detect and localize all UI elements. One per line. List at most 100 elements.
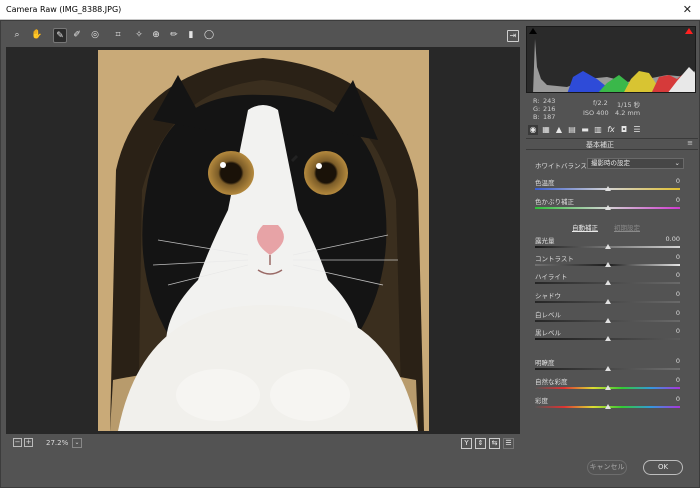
aperture-icon[interactable]: ◉ [528, 125, 538, 135]
exposure-label: 露光量 [535, 237, 555, 245]
highlights-thumb[interactable] [604, 280, 611, 285]
exposure-thumb[interactable] [604, 244, 611, 249]
saturation-thumb[interactable] [604, 404, 611, 409]
magnifier-icon[interactable]: ⌕ [10, 28, 24, 43]
panel-menu-icon[interactable]: ≡ [687, 139, 693, 147]
panel-header: 基本補正 ≡ [526, 138, 698, 150]
ok-button[interactable]: OK [643, 460, 683, 475]
highlights-slider[interactable]: ハイライト 0 [535, 271, 680, 289]
saturation-label: 彩度 [535, 397, 548, 405]
clarity-thumb[interactable] [604, 366, 611, 371]
temperature-thumb[interactable] [604, 186, 611, 191]
whites-slider[interactable]: 白レベル 0 [535, 309, 680, 327]
tint-thumb[interactable] [604, 205, 611, 210]
clarity-label: 明瞭度 [535, 359, 555, 367]
spot-removal-icon[interactable]: ✧ [132, 28, 146, 43]
saturation-value[interactable]: 0 [650, 395, 680, 403]
presets-icon[interactable]: ☰ [632, 125, 642, 135]
cat-photo [98, 50, 429, 431]
crop-icon[interactable]: ⌗ [111, 28, 125, 43]
color-sampler-icon[interactable]: ✐ [70, 28, 84, 43]
white-balance-label: ホワイトバランス： [535, 162, 594, 170]
tint-label: 色かぶり補正 [535, 198, 574, 206]
zoom-level: 27.2% [46, 439, 69, 447]
r-label: R: [533, 97, 540, 105]
window-titlebar: Camera Raw (IMG_8388.JPG) ✕ [0, 0, 700, 20]
b-label: B: [533, 113, 540, 121]
red-eye-icon[interactable]: ⊕ [149, 28, 163, 43]
view-y-button[interactable]: Y [461, 438, 472, 449]
target-icon[interactable]: ◎ [88, 28, 102, 43]
export-icon[interactable]: ⇥ [507, 30, 519, 42]
graduated-filter-icon[interactable]: ▮ [184, 28, 198, 43]
cancel-button[interactable]: キャンセル [587, 460, 627, 475]
contrast-value[interactable]: 0 [650, 253, 680, 261]
swap-button[interactable]: ⇆ [489, 438, 500, 449]
before-after-button[interactable]: ⇕ [475, 438, 486, 449]
contrast-thumb[interactable] [604, 262, 611, 267]
histogram [526, 26, 696, 93]
toolbar: ⌕ ✋ ✎ ✐ ◎ ⌗ ✧ ⊕ ✏ ▮ ◯ [6, 26, 520, 46]
zoom-in-button[interactable]: + [24, 438, 33, 447]
shadows-slider[interactable]: シャドウ 0 [535, 290, 680, 308]
blacks-thumb[interactable] [604, 336, 611, 341]
white-balance-select[interactable]: 撮影時の設定 ⌄ [587, 158, 684, 169]
lens-icon[interactable]: ▥ [593, 125, 603, 135]
highlights-value[interactable]: 0 [650, 271, 680, 279]
g-value: 216 [543, 105, 556, 113]
saturation-slider[interactable]: 彩度 0 [535, 395, 680, 413]
auto-default-links: 自動補正 初期設定 [570, 222, 680, 232]
fx-icon[interactable]: fx [606, 125, 616, 135]
temperature-value[interactable]: 0 [650, 177, 680, 185]
vibrance-value[interactable]: 0 [650, 376, 680, 384]
preview-image[interactable] [98, 50, 429, 431]
temperature-label: 色温度 [535, 179, 555, 187]
camera-icon[interactable]: ◘ [619, 125, 629, 135]
default-link[interactable]: 初期設定 [614, 222, 640, 232]
whites-thumb[interactable] [604, 318, 611, 323]
pixel-readout: R: 243 G: 216 B: 187 f/2.2 1/15 秒 ISO 40… [533, 97, 693, 121]
tint-slider[interactable]: 色かぶり補正 0 [535, 196, 680, 214]
blacks-slider[interactable]: 黒レベル 0 [535, 327, 680, 345]
zoom-out-button[interactable]: − [13, 438, 22, 447]
aperture: f/2.2 [593, 99, 608, 107]
vibrance-thumb[interactable] [604, 385, 611, 390]
brush-icon[interactable]: ✏ [167, 28, 181, 43]
shadows-label: シャドウ [535, 292, 561, 300]
window-title: Camera Raw (IMG_8388.JPG) [6, 5, 122, 14]
vibrance-slider[interactable]: 自然な彩度 0 [535, 376, 680, 394]
chevron-down-icon: ⌄ [674, 159, 680, 167]
zoom-dropdown[interactable]: ⌄ [72, 438, 82, 448]
shutter-speed: 1/15 秒 [617, 101, 641, 109]
contrast-slider[interactable]: コントラスト 0 [535, 253, 680, 271]
detail-icon[interactable]: ▲ [554, 125, 564, 135]
tint-value[interactable]: 0 [650, 196, 680, 204]
focal-length: 4.2 mm [615, 109, 641, 117]
view-settings-button[interactable]: ☰ [503, 438, 514, 449]
auto-link[interactable]: 自動補正 [572, 222, 598, 232]
temperature-slider[interactable]: 色温度 0 [535, 177, 680, 195]
highlights-label: ハイライト [535, 273, 568, 281]
eyedropper-icon[interactable]: ✎ [53, 28, 67, 43]
shadow-clipping-icon[interactable] [529, 28, 537, 34]
close-icon[interactable]: ✕ [683, 3, 692, 16]
contrast-label: コントラスト [535, 255, 574, 263]
exposure-slider[interactable]: 露光量 0.00 [535, 235, 680, 253]
shadows-value[interactable]: 0 [650, 290, 680, 298]
clarity-slider[interactable]: 明瞭度 0 [535, 357, 680, 375]
whites-label: 白レベル [535, 311, 561, 319]
blacks-value[interactable]: 0 [650, 327, 680, 335]
split-toning-icon[interactable]: ▬ [580, 125, 590, 135]
exposure-value[interactable]: 0.00 [650, 235, 680, 243]
iso: ISO 400 [583, 109, 609, 117]
shadows-thumb[interactable] [604, 299, 611, 304]
highlight-clipping-icon[interactable] [685, 28, 693, 34]
status-bar: − + 27.2% ⌄ Y ⇕ ⇆ ☰ [6, 436, 520, 452]
radial-filter-icon[interactable]: ◯ [202, 28, 216, 43]
tone-curve-icon[interactable]: ▦ [541, 125, 551, 135]
hand-icon[interactable]: ✋ [30, 28, 44, 43]
whites-value[interactable]: 0 [650, 309, 680, 317]
hsl-icon[interactable]: ▤ [567, 125, 577, 135]
clarity-value[interactable]: 0 [650, 357, 680, 365]
r-value: 243 [543, 97, 556, 105]
